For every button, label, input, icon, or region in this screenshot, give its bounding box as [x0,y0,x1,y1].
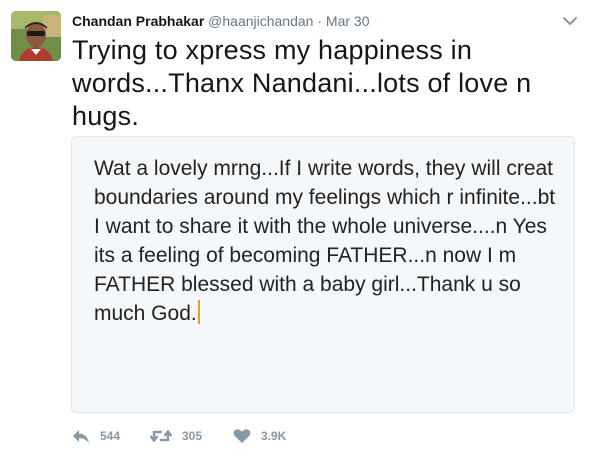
text-cursor [197,300,200,324]
media-card[interactable]: Wat a lovely mrng...If I write words, th… [71,136,575,413]
author-handle[interactable]: @haanjichandan [208,13,313,29]
reply-icon [73,430,89,443]
chevron-down-icon[interactable] [562,14,578,26]
tweet-header: Chandan Prabhakar @haanjichandan · Mar 3… [72,12,369,30]
retweet-count: 305 [182,429,203,443]
author-name[interactable]: Chandan Prabhakar [72,13,204,29]
retweet-button[interactable]: 305 [150,426,202,446]
retweet-icon [150,429,172,443]
media-text: Wat a lovely mrng...If I write words, th… [94,154,564,328]
tweet[interactable]: Chandan Prabhakar @haanjichandan · Mar 3… [0,0,590,456]
header-separator: · [317,13,323,29]
reply-button[interactable]: 544 [72,426,120,446]
like-button[interactable]: 3.9K [233,426,286,446]
media-text-body: Wat a lovely mrng...If I write words, th… [94,157,556,325]
avatar[interactable] [11,11,61,61]
heart-icon [233,429,251,443]
reply-count: 544 [100,429,121,443]
tweet-timestamp[interactable]: Mar 30 [326,13,370,29]
like-count: 3.9K [261,429,287,443]
tweet-text: Trying to xpress my happiness in words..… [72,35,532,131]
avatar-photo [11,11,61,61]
